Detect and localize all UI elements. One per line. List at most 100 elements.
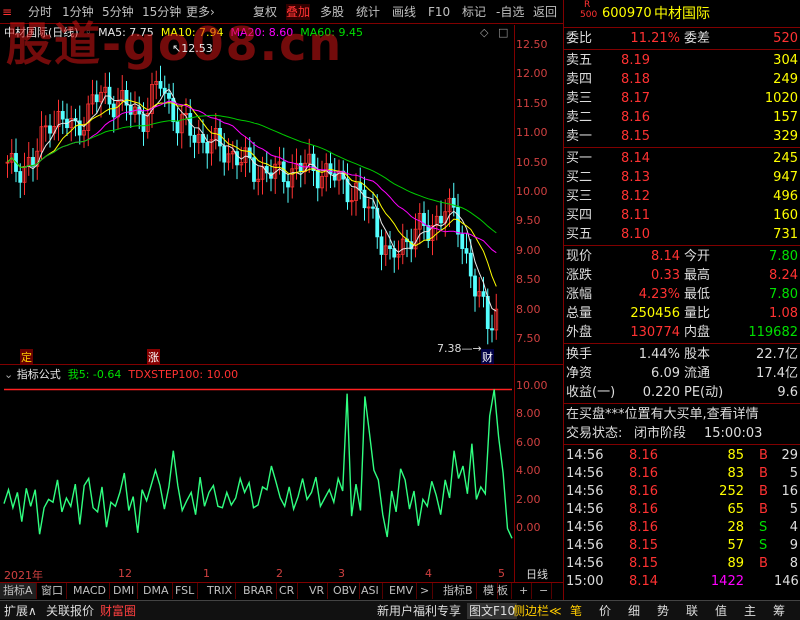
indicator-tab[interactable]: > bbox=[417, 583, 434, 599]
indicator-tab[interactable]: CR bbox=[276, 583, 299, 599]
quote-cell: 8.16 bbox=[629, 448, 658, 463]
quote-cell: 卖三 bbox=[566, 91, 593, 106]
period-label[interactable]: 日线 bbox=[526, 566, 548, 582]
quote-cell: 4 bbox=[789, 520, 798, 535]
quote-cell: 0.220 bbox=[642, 385, 680, 400]
fund-row: 换手 1.44% 股本 22.7亿 bbox=[564, 345, 800, 364]
quote-cell: 14:56 bbox=[566, 484, 604, 499]
indicator-tab[interactable]: + bbox=[516, 583, 533, 599]
diamond-icon[interactable]: ◇ bbox=[480, 26, 488, 39]
quote-cell: 最高 bbox=[684, 268, 711, 283]
side-tab[interactable]: 细 bbox=[628, 603, 640, 619]
status-new-user[interactable]: 新用户福利专享 bbox=[377, 603, 461, 619]
watermark: 股道-go08.cn bbox=[6, 17, 344, 71]
quote-cell: 8 bbox=[789, 556, 798, 571]
price-tick: 12.00 bbox=[516, 67, 548, 81]
side-tab[interactable]: 笔 bbox=[570, 603, 582, 619]
price-tick: 10.50 bbox=[516, 155, 548, 169]
indicator-tab[interactable]: EMV bbox=[386, 583, 417, 599]
quote-cell: 卖四 bbox=[566, 72, 593, 87]
indicator-tab[interactable]: DMA bbox=[140, 583, 173, 599]
quote-cell: 15:00:03 bbox=[704, 426, 763, 441]
indicator-name[interactable]: 指标公式 bbox=[17, 368, 61, 381]
toolbar-zixuan[interactable]: -自选 bbox=[496, 4, 524, 20]
quote-cell: 8.14 bbox=[651, 249, 680, 264]
indicator-tab[interactable]: MACD bbox=[70, 583, 110, 599]
quote-cell: 卖五 bbox=[566, 53, 593, 68]
quote-cell: 14:56 bbox=[566, 520, 604, 535]
indicator-tab[interactable]: 窗口 bbox=[38, 583, 67, 599]
side-tab[interactable]: 势 bbox=[657, 603, 669, 619]
indicator-tab[interactable]: DMI bbox=[110, 583, 139, 599]
quote-cell: B bbox=[759, 502, 768, 517]
sell-row: 卖五 8.19 304 bbox=[564, 51, 800, 70]
quote-cell: 249 bbox=[773, 72, 798, 87]
candle-body bbox=[481, 291, 486, 297]
quote-cell: 83 bbox=[727, 466, 744, 481]
status-sidebar[interactable]: 侧边栏≪ bbox=[513, 603, 562, 619]
status-expand[interactable]: 扩展∧ bbox=[4, 603, 37, 619]
stat-row: 涨幅 4.23% 最低 7.80 bbox=[564, 285, 800, 304]
quote-cell: 731 bbox=[773, 227, 798, 242]
marker-cai[interactable]: 财 bbox=[481, 349, 494, 365]
quote-cell: 委比 bbox=[566, 31, 593, 46]
indicator-tab[interactable]: − bbox=[536, 583, 553, 599]
quote-cell: B bbox=[759, 556, 768, 571]
price-tick: 8.50 bbox=[516, 273, 541, 287]
stat-row: 外盘 130774 内盘 119682 bbox=[564, 323, 800, 342]
toolbar-tongji[interactable]: 统计 bbox=[356, 4, 380, 20]
indicator-tab[interactable]: VR bbox=[306, 583, 329, 599]
marker-zhang[interactable]: 涨 bbox=[147, 349, 160, 365]
quote-cell: 14:56 bbox=[566, 466, 604, 481]
toolbar-huaxian[interactable]: 画线 bbox=[392, 4, 416, 20]
app-window: ≡ 分时 1分钟 5分钟 15分钟 更多› 复权 叠加 多股 统计 画线 F10… bbox=[0, 0, 800, 620]
indicator-title-bar: ⌄ 指标公式 我5: -0.64 TDXSTEP100: 10.00 bbox=[4, 366, 238, 382]
indicator-tab[interactable]: ASI bbox=[358, 583, 383, 599]
close-icon[interactable]: □ bbox=[498, 26, 508, 39]
side-tab[interactable]: 价 bbox=[599, 603, 611, 619]
indicator-tab[interactable]: OBV bbox=[330, 583, 361, 599]
notice-row[interactable]: 在买盘***位置有大买单,查看详情 bbox=[564, 405, 800, 424]
marker-ding[interactable]: 定 bbox=[20, 349, 33, 365]
toolbar-back[interactable]: 返回 bbox=[533, 4, 557, 20]
side-tab[interactable]: 筹 bbox=[773, 603, 785, 619]
price-tick: 9.50 bbox=[516, 214, 541, 228]
toolbar-biaoji[interactable]: 标记 bbox=[462, 4, 486, 20]
status-f10[interactable]: 图文F10 bbox=[467, 603, 518, 619]
quote-cell: 250456 bbox=[630, 306, 680, 321]
toolbar-f10[interactable]: F10 bbox=[428, 4, 450, 20]
indicator-tab[interactable]: 指标B bbox=[440, 583, 477, 599]
ma20-line bbox=[24, 100, 497, 254]
side-tab[interactable]: 主 bbox=[744, 603, 756, 619]
kline-chart[interactable] bbox=[0, 25, 563, 582]
status-fortune[interactable]: 财富圈 bbox=[100, 603, 136, 619]
quote-cell: 14:56 bbox=[566, 448, 604, 463]
indicator-tab[interactable]: 板 bbox=[494, 583, 512, 599]
candle-body bbox=[111, 103, 116, 118]
indicator-step: TDXSTEP100: 10.00 bbox=[128, 368, 239, 381]
status-related-quote[interactable]: 关联报价 bbox=[46, 603, 94, 619]
quote-cell: 最低 bbox=[684, 287, 711, 302]
tick-row: 14:56 8.16 65 B 5 bbox=[564, 500, 800, 519]
price-tick: 9.00 bbox=[516, 243, 541, 257]
stat-row: 现价 8.14 今开 7.80 bbox=[564, 247, 800, 266]
quote-cell: 8.10 bbox=[621, 227, 650, 242]
tick-row: 14:56 8.15 89 B 8 bbox=[564, 554, 800, 573]
buy-row: 买一 8.14 245 bbox=[564, 149, 800, 168]
quote-cell: 卖一 bbox=[566, 129, 593, 144]
indicator-tab[interactable]: BRAR bbox=[240, 583, 277, 599]
quote-cell: 8.11 bbox=[621, 208, 650, 223]
candle-body bbox=[141, 113, 146, 132]
sell-row: 卖四 8.18 249 bbox=[564, 70, 800, 89]
side-tab[interactable]: 联 bbox=[686, 603, 698, 619]
quote-cell: 8.15 bbox=[621, 129, 650, 144]
indicator-tab[interactable]: TRIX bbox=[204, 583, 237, 599]
candle-body bbox=[490, 328, 494, 331]
indicator-toggle-icon[interactable]: ⌄ bbox=[4, 368, 13, 381]
quote-cell: 流通 bbox=[684, 366, 711, 381]
indicator-tab[interactable]: 指标A bbox=[0, 583, 37, 599]
side-tab[interactable]: 值 bbox=[715, 603, 727, 619]
quote-cell: 15:00 bbox=[566, 574, 604, 589]
quote-cell: 4.23% bbox=[638, 287, 680, 302]
indicator-tab[interactable]: FSL bbox=[172, 583, 199, 599]
